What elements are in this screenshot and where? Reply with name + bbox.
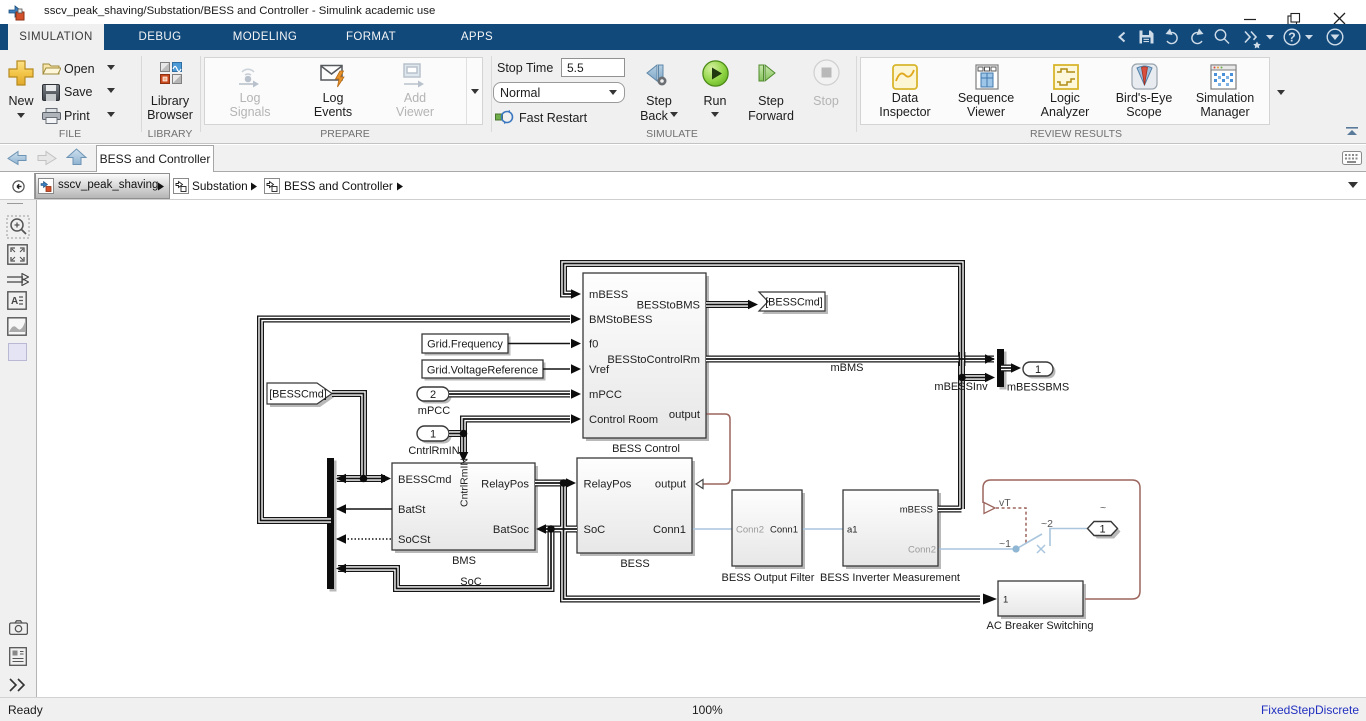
svg-text:~1: ~1 bbox=[999, 538, 1011, 550]
svg-text:BESSCmd: BESSCmd bbox=[398, 474, 451, 486]
svg-text:Grid.Frequency: Grid.Frequency bbox=[427, 339, 503, 351]
svg-text:BatSt: BatSt bbox=[398, 504, 426, 516]
svg-text:output: output bbox=[655, 479, 687, 491]
svg-text:BESStoControlRm: BESStoControlRm bbox=[607, 354, 700, 366]
svg-text:AC Breaker Switching: AC Breaker Switching bbox=[987, 620, 1094, 632]
svg-text:BESS Output Filter: BESS Output Filter bbox=[722, 572, 815, 584]
svg-text:1: 1 bbox=[430, 429, 436, 441]
svg-text:mPCC: mPCC bbox=[418, 405, 450, 417]
svg-text:f0: f0 bbox=[589, 339, 598, 351]
svg-text:output: output bbox=[669, 409, 701, 421]
svg-text:[BESSCmd]: [BESSCmd] bbox=[269, 389, 327, 401]
svg-text:Conn1: Conn1 bbox=[653, 524, 686, 536]
svg-text:?: ? bbox=[1288, 31, 1296, 45]
svg-text:vT: vT bbox=[999, 497, 1011, 509]
svg-text:BESS: BESS bbox=[620, 558, 649, 570]
svg-text:1: 1 bbox=[1099, 524, 1105, 536]
svg-text:SoC: SoC bbox=[460, 576, 481, 588]
svg-text:BatSoc: BatSoc bbox=[493, 524, 529, 536]
svg-text:SoC: SoC bbox=[584, 524, 606, 536]
svg-text:mBESSBMS: mBESSBMS bbox=[1007, 382, 1069, 394]
svg-text:Conn2: Conn2 bbox=[736, 525, 764, 536]
svg-text:BESStoBMS: BESStoBMS bbox=[637, 300, 700, 312]
svg-text:CntrlRmIN: CntrlRmIN bbox=[459, 458, 471, 507]
svg-text:Control Room: Control Room bbox=[589, 414, 658, 426]
svg-text:1: 1 bbox=[1003, 595, 1008, 606]
svg-text:BESS Inverter Measurement: BESS Inverter Measurement bbox=[820, 572, 960, 584]
svg-text:RelayPos: RelayPos bbox=[584, 479, 632, 491]
svg-text:a1: a1 bbox=[847, 525, 858, 536]
svg-text:mBESSInv: mBESSInv bbox=[934, 381, 988, 393]
svg-text:1: 1 bbox=[1035, 364, 1041, 376]
svg-text:2: 2 bbox=[430, 389, 436, 401]
svg-text:A: A bbox=[11, 296, 18, 307]
svg-text:mBESS: mBESS bbox=[900, 505, 933, 516]
svg-text:Conn1: Conn1 bbox=[770, 525, 798, 536]
svg-text:~2: ~2 bbox=[1041, 518, 1053, 530]
svg-text:Conn2: Conn2 bbox=[908, 545, 936, 556]
svg-text:mBMS: mBMS bbox=[831, 362, 864, 374]
svg-text:CntrlRmIN: CntrlRmIN bbox=[408, 445, 459, 457]
svg-text:~: ~ bbox=[1100, 502, 1106, 514]
svg-text:BMS: BMS bbox=[452, 555, 476, 567]
svg-text:[BESSCmd]: [BESSCmd] bbox=[765, 297, 823, 309]
svg-text:BMStoBESS: BMStoBESS bbox=[589, 314, 652, 326]
svg-text:Grid.VoltageReference: Grid.VoltageReference bbox=[427, 365, 538, 377]
svg-text:mBESS: mBESS bbox=[589, 289, 628, 301]
svg-text:mPCC: mPCC bbox=[589, 389, 622, 401]
svg-text:RelayPos: RelayPos bbox=[481, 479, 529, 491]
svg-text:SoCSt: SoCSt bbox=[398, 534, 431, 546]
svg-text:BESS Control: BESS Control bbox=[612, 443, 680, 455]
